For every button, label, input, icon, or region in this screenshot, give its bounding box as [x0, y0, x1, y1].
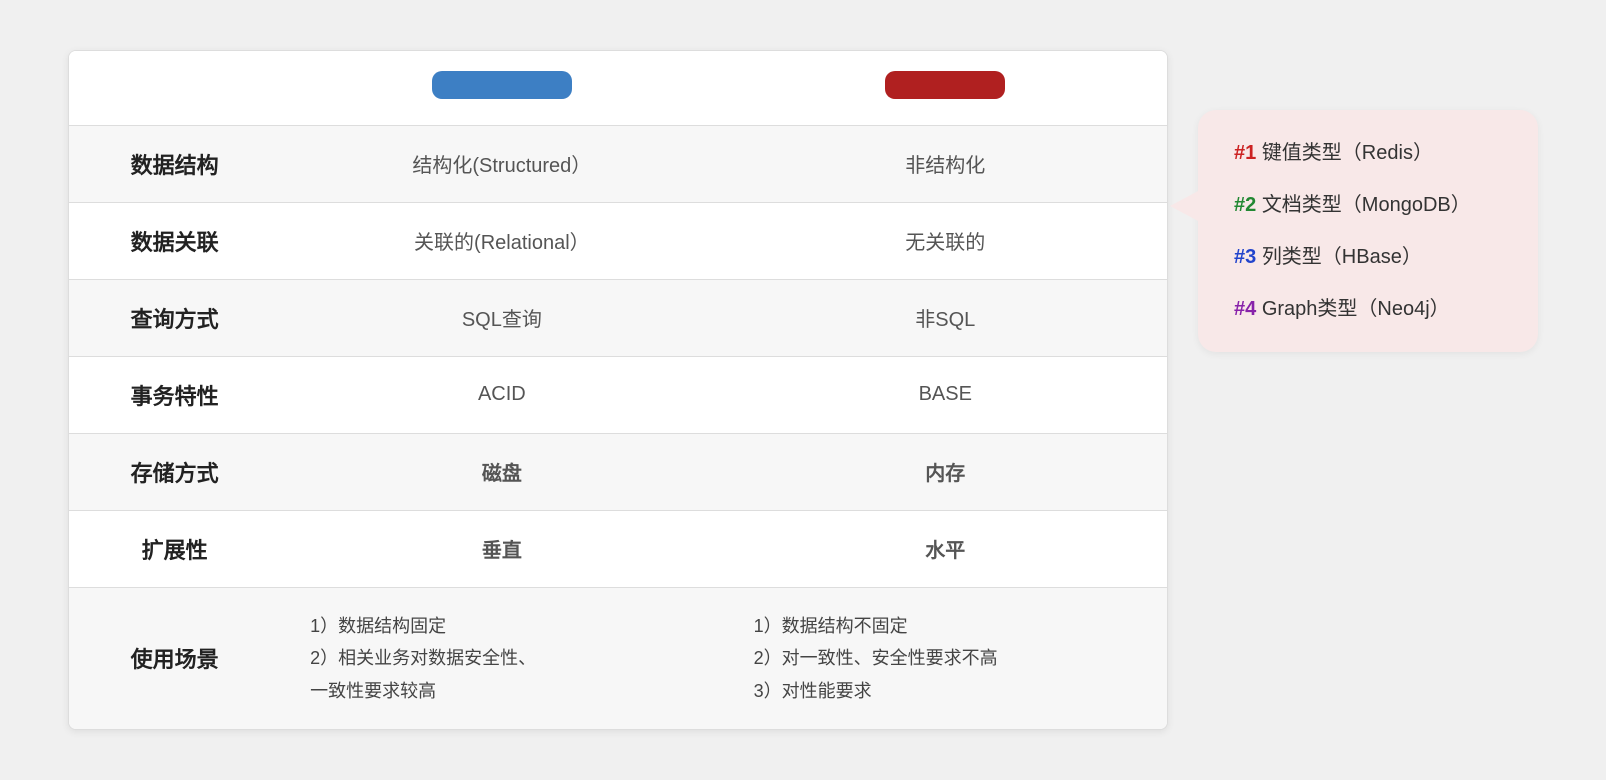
nosql-cell-2: 非SQL [724, 279, 1167, 356]
table-row: 存储方式磁盘内存 [69, 433, 1167, 510]
callout-num-2: #3 [1234, 246, 1256, 268]
callout-text-0: 键值类型（Redis） [1262, 142, 1433, 164]
callout-item-1: #2 文档类型（MongoDB） [1234, 190, 1502, 220]
table-row: 扩展性垂直水平 [69, 510, 1167, 587]
callout-num-1: #2 [1234, 194, 1256, 216]
comparison-table-wrapper: 数据结构结构化(Structured）非结构化数据关联关联的(Relationa… [68, 50, 1168, 730]
nosql-badge [885, 71, 1005, 99]
row-label-1: 数据关联 [69, 202, 280, 279]
nosql-cell-5: 水平 [724, 510, 1167, 587]
sql-cell-4: 磁盘 [280, 433, 723, 510]
sql-cell-0: 结构化(Structured） [280, 125, 723, 202]
callout-item-3: #4 Graph类型（Neo4j） [1234, 294, 1502, 324]
table-row: 查询方式SQL查询非SQL [69, 279, 1167, 356]
sql-cell-6: 1）数据结构固定2）相关业务对数据安全性、一致性要求较高 [280, 587, 723, 729]
sql-cell-1: 关联的(Relational） [280, 202, 723, 279]
row-label-5: 扩展性 [69, 510, 280, 587]
comparison-table: 数据结构结构化(Structured）非结构化数据关联关联的(Relationa… [69, 51, 1167, 729]
row-label-2: 查询方式 [69, 279, 280, 356]
callout-text-1: 文档类型（MongoDB） [1262, 194, 1471, 216]
header-sql [280, 51, 723, 126]
nosql-types-callout: #1 键值类型（Redis） #2 文档类型（MongoDB） #3 列类型（HBa… [1198, 110, 1538, 352]
sql-cell-3: ACID [280, 356, 723, 433]
table-header-row [69, 51, 1167, 126]
sql-badge [432, 71, 572, 99]
nosql-cell-3: BASE [724, 356, 1167, 433]
nosql-cell-1: 无关联的 [724, 202, 1167, 279]
callout-text-3: Graph类型（Neo4j） [1262, 298, 1450, 320]
row-label-0: 数据结构 [69, 125, 280, 202]
callout-num-0: #1 [1234, 142, 1256, 164]
table-row: 事务特性ACIDBASE [69, 356, 1167, 433]
row-label-6: 使用场景 [69, 587, 280, 729]
callout-num-3: #4 [1234, 298, 1256, 320]
row-label-4: 存储方式 [69, 433, 280, 510]
table-row: 使用场景1）数据结构固定2）相关业务对数据安全性、一致性要求较高1）数据结构不固… [69, 587, 1167, 729]
main-container: 数据结构结构化(Structured）非结构化数据关联关联的(Relationa… [68, 50, 1538, 730]
table-body: 数据结构结构化(Structured）非结构化数据关联关联的(Relationa… [69, 125, 1167, 729]
header-nosql [724, 51, 1167, 126]
callout-item-2: #3 列类型（HBase） [1234, 242, 1502, 272]
callout-item-0: #1 键值类型（Redis） [1234, 138, 1502, 168]
row-label-3: 事务特性 [69, 356, 280, 433]
sql-cell-2: SQL查询 [280, 279, 723, 356]
callout-items-container: #1 键值类型（Redis） #2 文档类型（MongoDB） #3 列类型（HBa… [1234, 138, 1502, 324]
header-empty [69, 51, 280, 126]
nosql-cell-4: 内存 [724, 433, 1167, 510]
sql-cell-5: 垂直 [280, 510, 723, 587]
callout-text-2: 列类型（HBase） [1262, 246, 1422, 268]
table-row: 数据结构结构化(Structured）非结构化 [69, 125, 1167, 202]
nosql-cell-6: 1）数据结构不固定2）对一致性、安全性要求不高3）对性能要求 [724, 587, 1167, 729]
table-row: 数据关联关联的(Relational）无关联的 [69, 202, 1167, 279]
nosql-cell-0: 非结构化 [724, 125, 1167, 202]
